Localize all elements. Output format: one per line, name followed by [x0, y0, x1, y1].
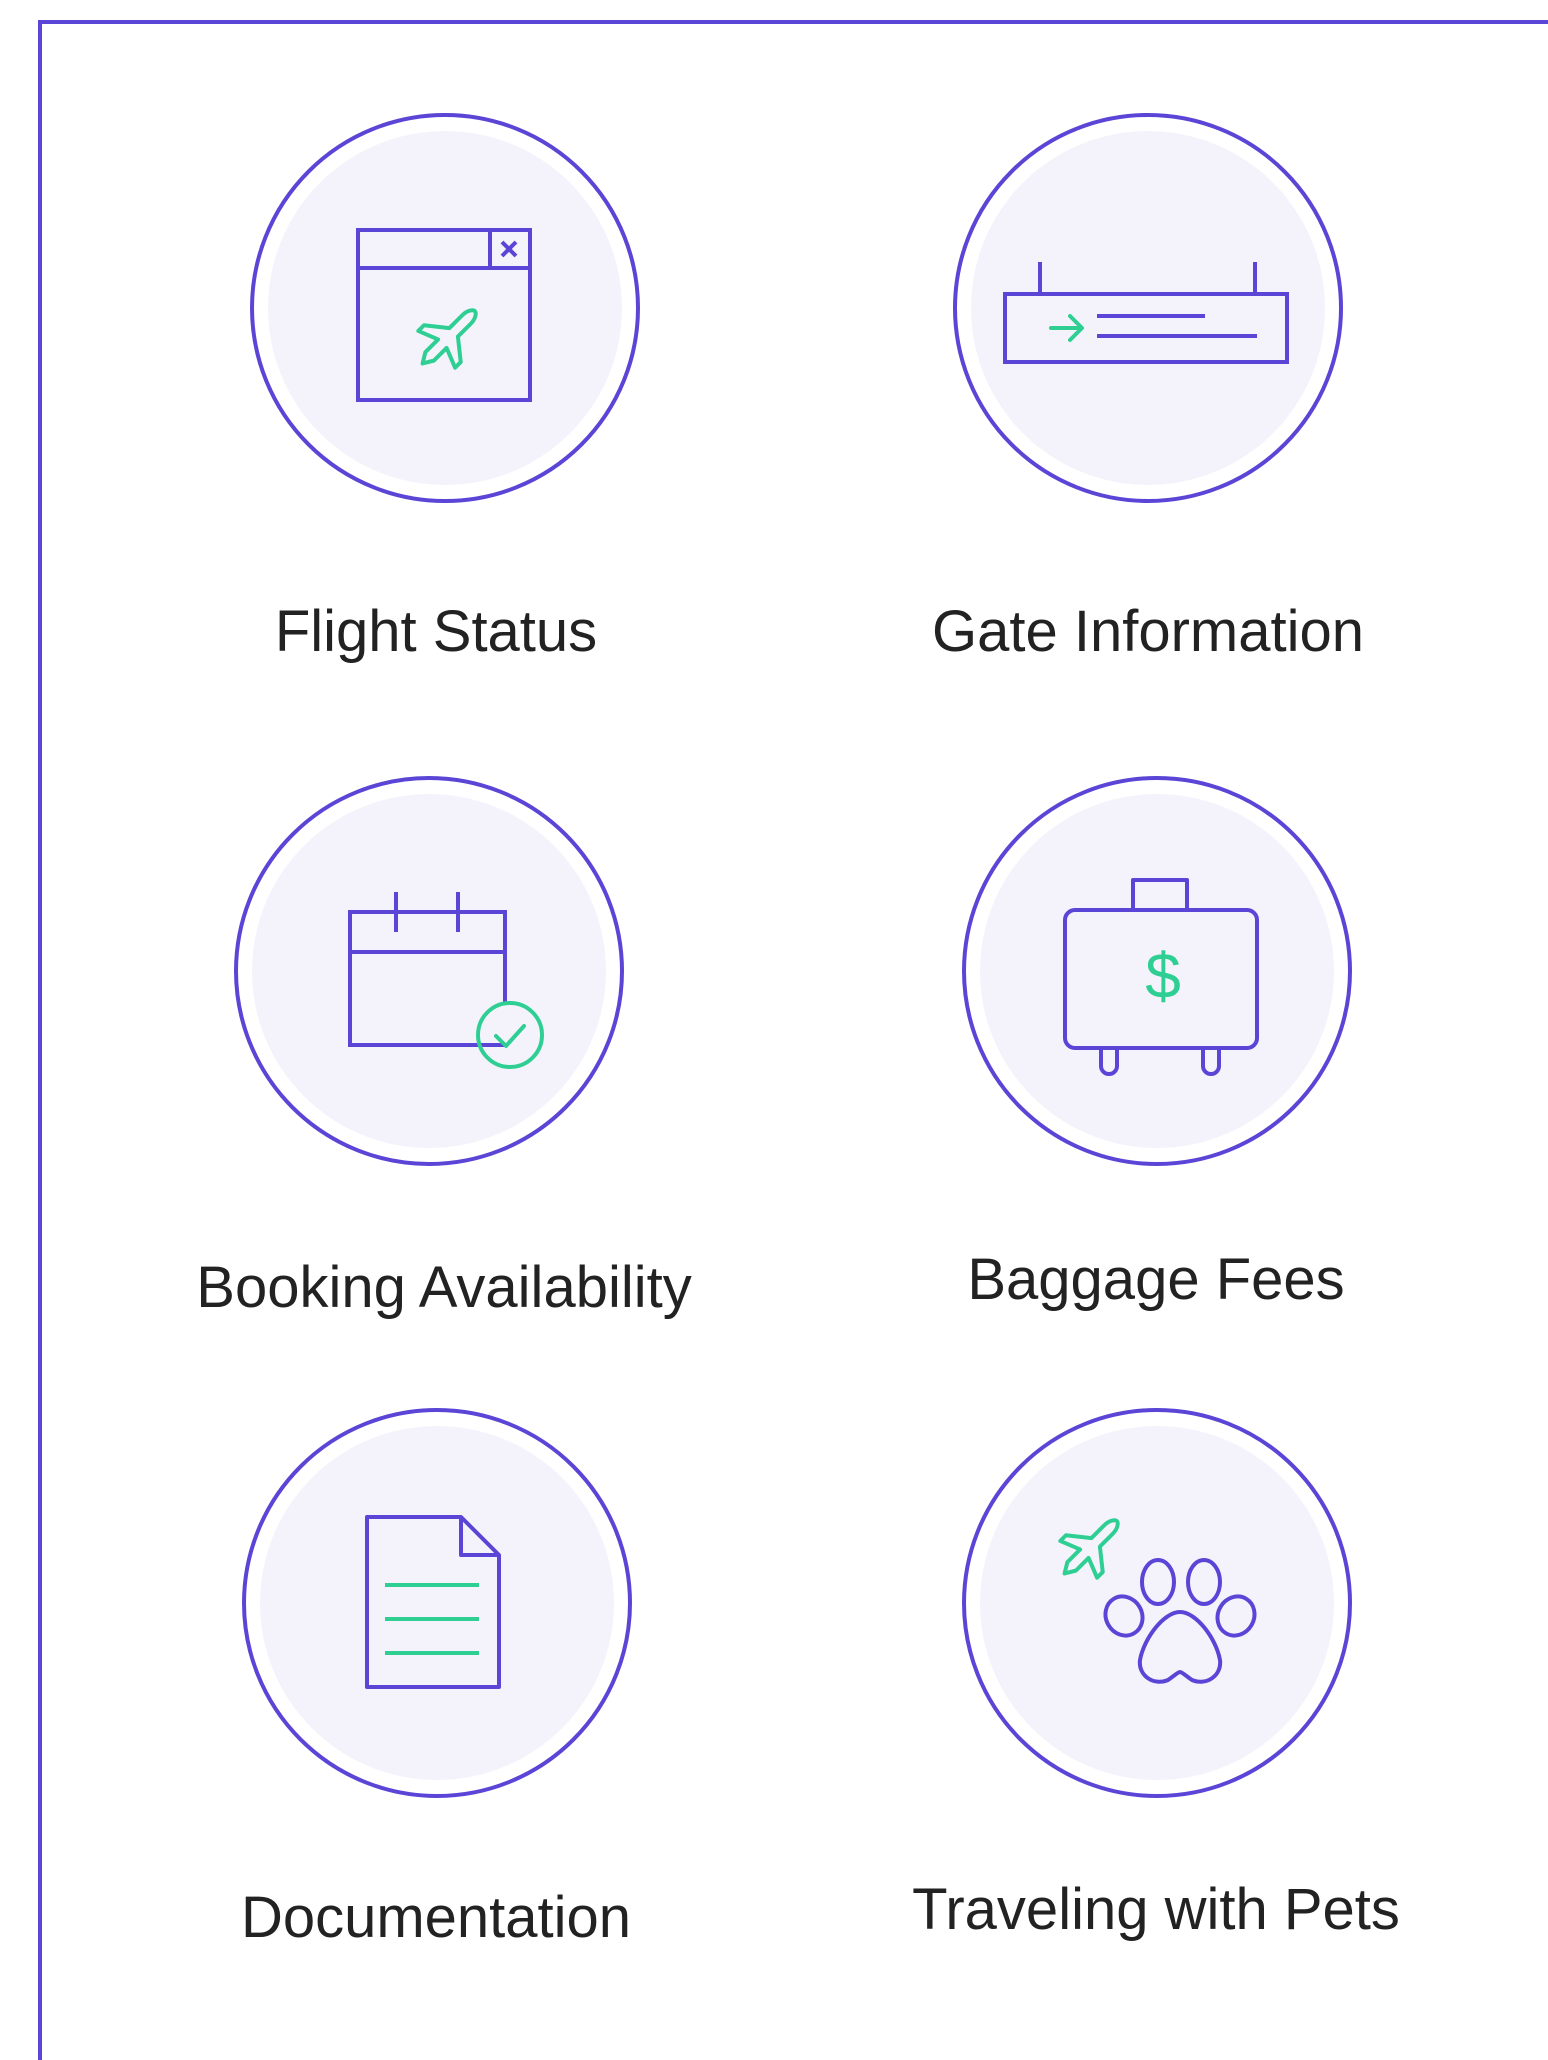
tile-label: Documentation — [240, 1885, 632, 1950]
document-icon — [365, 1515, 501, 1689]
tile-label: Gate Information — [932, 599, 1364, 664]
tile-label: Flight Status — [274, 599, 598, 664]
gate-sign-icon — [1003, 262, 1289, 364]
tile-label: Baggage Fees — [967, 1247, 1345, 1312]
flight-status-icon — [356, 228, 532, 402]
calendar-check-icon — [348, 892, 544, 1069]
tile-label: Traveling with Pets — [912, 1877, 1400, 1942]
suitcase-dollar-icon: $ — [1063, 878, 1259, 1076]
tile-label: Booking Availability — [196, 1255, 692, 1320]
svg-text:$: $ — [1145, 940, 1181, 1012]
paw-airplane-icon — [1058, 1518, 1257, 1684]
